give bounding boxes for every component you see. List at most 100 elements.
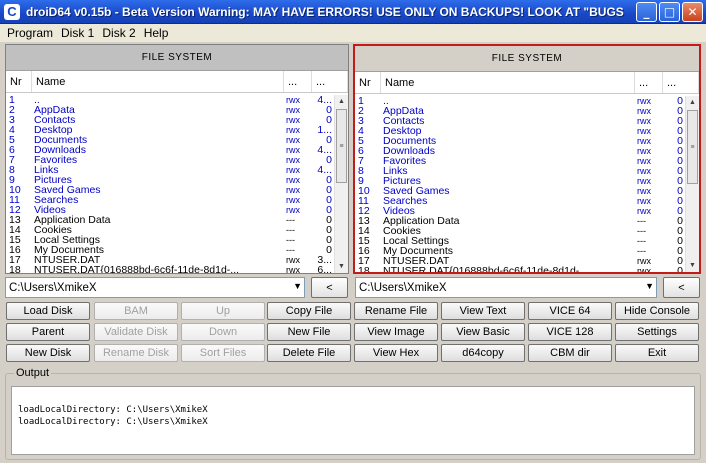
copy-file-button[interactable]: Copy File xyxy=(267,302,351,320)
file-row[interactable]: 1.. rwx 0 xyxy=(355,96,685,106)
menu-help[interactable]: Help xyxy=(144,26,169,40)
scroll-down-icon[interactable]: ▼ xyxy=(686,259,699,272)
file-row[interactable]: 18 NTUSER.DAT{016888bd-6c6f-11de-8d1d-...… xyxy=(6,265,334,273)
scroll-thumb[interactable]: ≡ xyxy=(336,109,347,183)
file-row[interactable]: 7 Favorites rwx 0 xyxy=(355,156,685,167)
scroll-up-icon[interactable]: ▲ xyxy=(335,95,348,108)
new-disk-button[interactable]: New Disk xyxy=(6,344,90,362)
file-row[interactable]: 14 Cookies --- 0 xyxy=(6,225,334,236)
load-disk-button[interactable]: Load Disk xyxy=(6,302,90,320)
rename-file-button[interactable]: Rename File xyxy=(354,302,438,320)
rename-disk-button[interactable]: Rename Disk xyxy=(94,344,178,362)
file-row[interactable]: 16 My Documents --- 0 xyxy=(6,245,334,256)
right-file-panel[interactable]: FILE SYSTEM Nr Name ... ... 1.. rwx 0 2 AppD… xyxy=(353,44,701,274)
hide-console-button[interactable]: Hide Console xyxy=(615,302,699,320)
right-scrollbar[interactable]: ▲ ≡ ▼ xyxy=(685,96,699,272)
right-file-list[interactable]: 1.. rwx 0 2 AppData rwx 0 3 Contacts rwx 0 4 Desktop… xyxy=(355,96,685,272)
column-header-name[interactable]: Name xyxy=(32,71,284,92)
file-row[interactable]: 12 Videos rwx 0 xyxy=(6,205,334,216)
file-row[interactable]: 18 NTUSER.DAT{016888bd-6c6f-11de-8d1d-...… xyxy=(355,266,685,272)
sort-files-button[interactable]: Sort Files xyxy=(181,344,265,362)
scroll-thumb[interactable]: ≡ xyxy=(687,110,698,184)
file-row[interactable]: 15 Local Settings --- 0 xyxy=(355,236,685,247)
file-row[interactable]: 2 AppData rwx 0 xyxy=(6,105,334,116)
left-file-list[interactable]: 1.. rwx 4... 2 AppData rwx 0 3 Contacts rwx 0 4 Desk… xyxy=(6,95,334,273)
view-basic-button[interactable]: View Basic xyxy=(441,323,525,341)
column-header-size[interactable]: ... xyxy=(663,72,699,93)
file-row[interactable]: 8 Links rwx 4... xyxy=(6,165,334,176)
column-header-attr[interactable]: ... xyxy=(635,72,663,93)
file-row[interactable]: 5 Documents rwx 0 xyxy=(6,135,334,146)
output-console[interactable]: loadLocalDirectory: C:\Users\XmikeX load… xyxy=(11,386,695,455)
parent-button[interactable]: Parent xyxy=(6,323,90,341)
file-row[interactable]: 14 Cookies --- 0 xyxy=(355,226,685,237)
file-row[interactable]: 17 NTUSER.DAT rwx 0 xyxy=(355,256,685,267)
file-row[interactable]: 8 Links rwx 0 xyxy=(355,166,685,177)
scroll-up-icon[interactable]: ▲ xyxy=(686,96,699,109)
file-row[interactable]: 9 Pictures rwx 0 xyxy=(6,175,334,186)
file-row[interactable]: 15 Local Settings --- 0 xyxy=(6,235,334,246)
menu-disk-2[interactable]: Disk 2 xyxy=(102,26,135,40)
up-button[interactable]: Up xyxy=(181,302,265,320)
d64copy-button[interactable]: d64copy xyxy=(441,344,525,362)
file-row[interactable]: 12 Videos rwx 0 xyxy=(355,206,685,217)
file-row[interactable]: 10 Saved Games rwx 0 xyxy=(6,185,334,196)
menu-program[interactable]: Program xyxy=(7,26,53,40)
view-text-button[interactable]: View Text xyxy=(441,302,525,320)
minimize-button[interactable]: _ xyxy=(636,2,657,22)
title-bar[interactable]: C droiD64 v0.15b - Beta Version Warning:… xyxy=(0,0,706,24)
exit-button[interactable]: Exit xyxy=(615,344,699,362)
column-header-attr[interactable]: ... xyxy=(284,71,312,92)
file-row[interactable]: 6 Downloads rwx 0 xyxy=(355,146,685,157)
down-button[interactable]: Down xyxy=(181,323,265,341)
column-header-name[interactable]: Name xyxy=(381,72,635,93)
left-scrollbar[interactable]: ▲ ≡ ▼ xyxy=(334,95,348,273)
right-path-combo[interactable]: C:\Users\XmikeX ▼ xyxy=(355,277,657,298)
column-header-nr[interactable]: Nr xyxy=(6,71,32,92)
file-row[interactable]: 11 Searches rwx 0 xyxy=(6,195,334,206)
file-row[interactable]: 11 Searches rwx 0 xyxy=(355,196,685,207)
file-row[interactable]: 1.. rwx 4... xyxy=(6,95,334,105)
file-row[interactable]: 13 Application Data --- 0 xyxy=(355,216,685,227)
file-row[interactable]: 13 Application Data --- 0 xyxy=(6,215,334,226)
file-row[interactable]: 2 AppData rwx 0 xyxy=(355,106,685,117)
maximize-button[interactable]: □ xyxy=(659,2,680,22)
view-hex-button[interactable]: View Hex xyxy=(354,344,438,362)
left-back-button[interactable]: < xyxy=(311,277,348,298)
chevron-down-icon[interactable]: ▼ xyxy=(645,281,654,291)
file-attributes: rwx xyxy=(286,115,300,125)
file-row[interactable]: 5 Documents rwx 0 xyxy=(355,136,685,147)
view-image-button[interactable]: View Image xyxy=(354,323,438,341)
file-name: Pictures xyxy=(383,176,421,186)
column-header-size[interactable]: ... xyxy=(312,71,348,92)
menu-disk-1[interactable]: Disk 1 xyxy=(61,26,94,40)
file-size: 0 xyxy=(677,246,683,256)
file-row[interactable]: 6 Downloads rwx 4... xyxy=(6,145,334,156)
file-size: 0 xyxy=(326,185,332,195)
file-row[interactable]: 3 Contacts rwx 0 xyxy=(355,116,685,127)
left-path-combo[interactable]: C:\Users\XmikeX ▼ xyxy=(5,277,305,298)
file-row[interactable]: 16 My Documents --- 0 xyxy=(355,246,685,257)
chevron-down-icon[interactable]: ▼ xyxy=(293,281,302,291)
new-file-button[interactable]: New File xyxy=(267,323,351,341)
file-attributes: rwx xyxy=(286,185,300,195)
close-button[interactable]: ✕ xyxy=(682,2,703,22)
vice-128-button[interactable]: VICE 128 xyxy=(528,323,612,341)
cbm-dir-button[interactable]: CBM dir xyxy=(528,344,612,362)
vice-64-button[interactable]: VICE 64 xyxy=(528,302,612,320)
column-header-nr[interactable]: Nr xyxy=(355,72,381,93)
file-row[interactable]: 4 Desktop rwx 1... xyxy=(6,125,334,136)
file-row[interactable]: 17 NTUSER.DAT rwx 3... xyxy=(6,255,334,266)
left-file-panel[interactable]: FILE SYSTEM Nr Name ... ... 1.. rwx 4... 2 A… xyxy=(5,44,349,274)
file-row[interactable]: 10 Saved Games rwx 0 xyxy=(355,186,685,197)
file-row[interactable]: 4 Desktop rwx 0 xyxy=(355,126,685,137)
validate-disk-button[interactable]: Validate Disk xyxy=(94,323,178,341)
right-back-button[interactable]: < xyxy=(663,277,700,298)
settings-button[interactable]: Settings xyxy=(615,323,699,341)
delete-file-button[interactable]: Delete File xyxy=(267,344,351,362)
file-row[interactable]: 3 Contacts rwx 0 xyxy=(6,115,334,126)
scroll-down-icon[interactable]: ▼ xyxy=(335,260,348,273)
file-row[interactable]: 9 Pictures rwx 0 xyxy=(355,176,685,187)
bam-button[interactable]: BAM xyxy=(94,302,178,320)
file-row[interactable]: 7 Favorites rwx 0 xyxy=(6,155,334,166)
